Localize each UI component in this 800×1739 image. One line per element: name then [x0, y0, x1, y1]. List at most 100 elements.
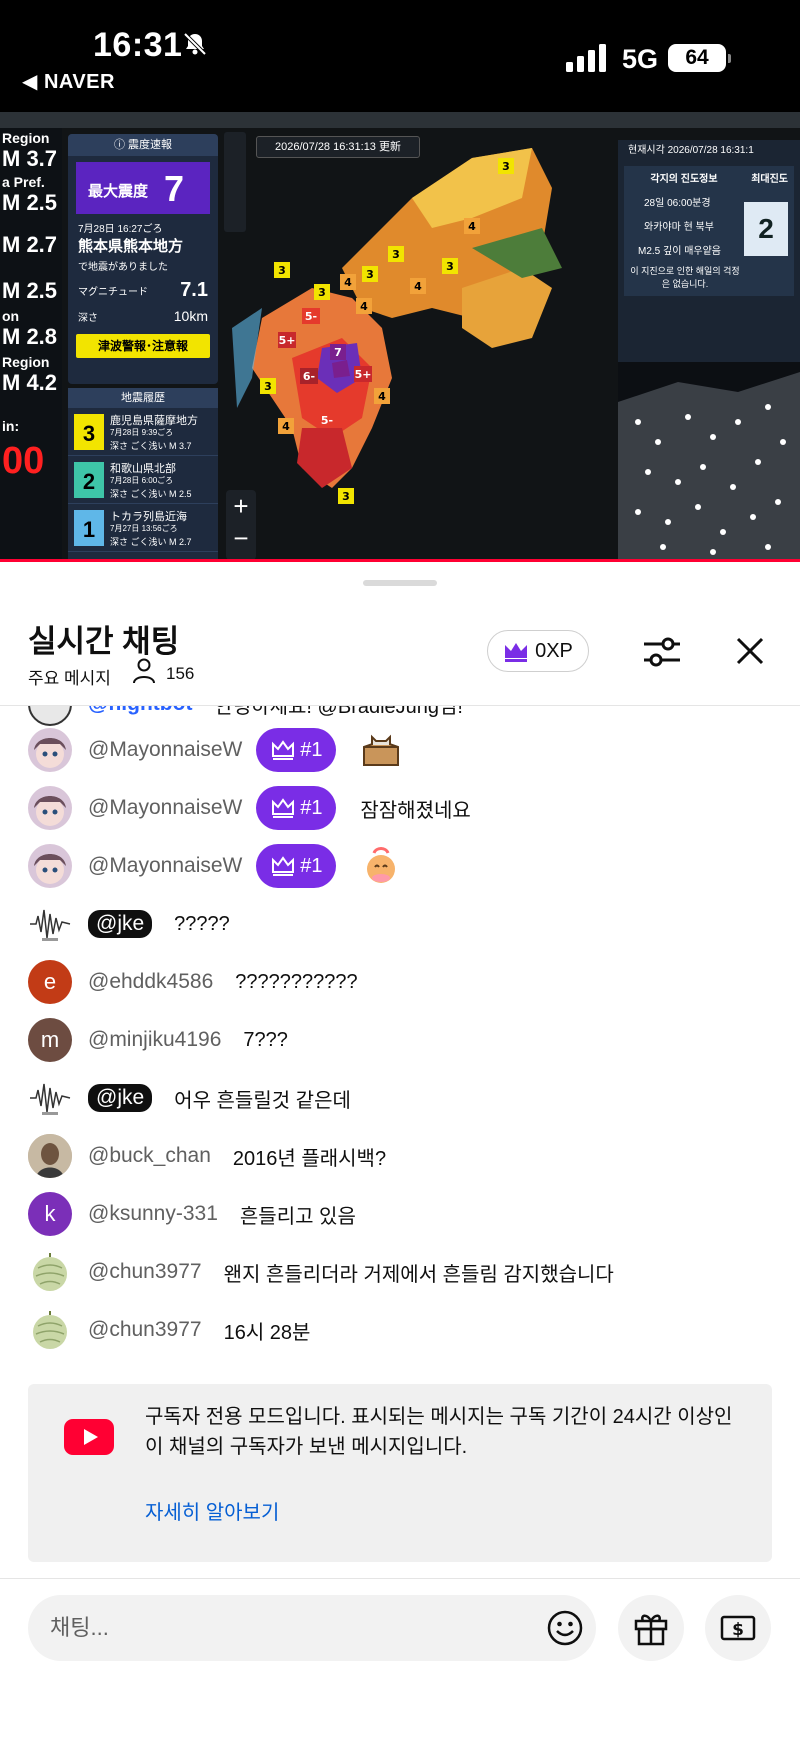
message-author[interactable]: @chun3977: [88, 1318, 202, 1342]
message-author[interactable]: @nightbot: [88, 706, 192, 716]
message-author[interactable]: @chun3977: [88, 1260, 202, 1284]
avatar[interactable]: [28, 1076, 72, 1120]
avatar[interactable]: m: [28, 1018, 72, 1062]
xp-button[interactable]: 0XP: [487, 630, 589, 672]
quake-place: 熊本県熊本地方: [78, 238, 184, 255]
history-time: 7月28日 9:39ごろ: [110, 428, 174, 437]
super-chat-button[interactable]: $: [705, 1595, 771, 1661]
message-author[interactable]: @MayonnaiseW: [88, 738, 242, 762]
message-author[interactable]: @buck_chan: [88, 1144, 211, 1168]
zoom-out-icon[interactable]: −: [226, 522, 256, 554]
input-divider: [0, 1578, 800, 1579]
depth-value: 10km: [173, 308, 208, 324]
map-intensity-marker: 3: [502, 160, 510, 173]
map-intensity-marker: 4: [378, 390, 386, 403]
chat-mode-selector[interactable]: 주요 메시지: [28, 664, 111, 689]
station-dots-map: [618, 362, 800, 562]
left-label: M 2.7: [2, 232, 58, 257]
message-text: ???????????: [235, 970, 358, 993]
regional-detail: M2.5 깊이 매우얕음: [638, 246, 721, 257]
quake-panel-header: ⓘ 震度速報: [68, 134, 218, 156]
map-intensity-marker: 4: [468, 220, 476, 233]
message-author[interactable]: @MayonnaiseW: [88, 854, 242, 878]
message-author[interactable]: @minjiku4196: [88, 1028, 221, 1052]
quake-history-panel: 地震履歴 3 鹿児島県薩摩地方 7月28日 9:39ごろ 深さ ごく浅い M 3…: [68, 388, 218, 562]
badge-rank: #1: [300, 796, 323, 819]
current-time: 현재시각 2026/07/28 16:31:1: [628, 145, 754, 156]
avatar[interactable]: [28, 902, 72, 946]
depth-label: 深さ: [78, 312, 98, 324]
message-author[interactable]: @MayonnaiseW: [88, 796, 242, 820]
history-time: 7月27日 13:56ごろ: [110, 524, 178, 533]
chat-input[interactable]: [50, 1605, 510, 1651]
chat-message: @jke 어우 흔들릴것 같은데: [28, 1074, 351, 1122]
notice-text: 구독자 전용 모드입니다. 표시되는 메시지는 구독 기간이 24시간 이상인 …: [145, 1406, 733, 1458]
history-intensity: 1: [74, 510, 104, 546]
history-place: トカラ列島近海: [110, 511, 187, 523]
message-text: 왠지 흔들리더라 거제에서 흔들림 감지했습니다: [223, 1263, 614, 1286]
left-label: 00: [2, 440, 45, 482]
map-tool-column[interactable]: [224, 132, 246, 232]
avatar[interactable]: [28, 1134, 72, 1178]
seismic-intensity-map: 3 3 4 3 4 5- 5+ 7 6- 5+ 4 3 3 4 5- 4 3 3…: [222, 128, 622, 562]
box-cat-emoji-icon: [363, 734, 400, 766]
avatar[interactable]: [28, 844, 72, 888]
map-intensity-marker: 4: [414, 280, 422, 293]
left-label: on: [2, 308, 20, 324]
regional-intensity: 2: [744, 202, 788, 256]
emoji-button[interactable]: [532, 1595, 598, 1661]
zoom-in-icon[interactable]: +: [226, 490, 256, 522]
avatar[interactable]: [28, 1308, 72, 1352]
video-player[interactable]: Region M 3.7 a Pref. M 2.5 M 2.7 M 2.5 o…: [0, 112, 800, 562]
sheet-drag-handle[interactable]: [363, 580, 437, 586]
message-author[interactable]: @ehddk4586: [88, 970, 213, 994]
map-intensity-marker: 7: [334, 346, 342, 359]
quake-report-panel: ⓘ 震度速報 最大震度 7 7月28日 16:27ごろ 熊本県熊本地方 で地震が…: [68, 134, 218, 384]
message-author[interactable]: @jke: [88, 910, 153, 938]
avatar[interactable]: [28, 786, 72, 830]
crown-icon: [272, 740, 295, 760]
chat-input-container[interactable]: [28, 1595, 596, 1661]
avatar[interactable]: [28, 706, 72, 726]
filter-settings-icon[interactable]: [642, 634, 682, 670]
magnitude-label: マグニチュード: [78, 287, 148, 298]
map-intensity-marker: 4: [360, 300, 368, 313]
member-badge: #1: [256, 844, 337, 888]
youtube-logo-icon: [64, 1419, 114, 1455]
max-intensity-col: 최대진도: [751, 174, 788, 185]
quake-date: 7月28日 16:27ごろ: [78, 224, 163, 235]
video-top-strip: [0, 112, 800, 128]
avatar[interactable]: k: [28, 1192, 72, 1236]
message-text: 안녕하세요! @BradleJung님!: [214, 706, 463, 718]
message-text: 16시 28분: [223, 1321, 311, 1344]
map-intensity-marker: 3: [446, 260, 454, 273]
history-item: 3 鹿児島県薩摩地方 7月28日 9:39ごろ 深さ ごく浅い M 3.7: [68, 408, 218, 456]
map-intensity-marker: 3: [342, 490, 350, 503]
gift-icon: [634, 1614, 668, 1646]
regional-info-box: 각지의 진도정보 최대진도 28일 06:00분경 와카야마 현 북부 M2.5…: [624, 166, 794, 296]
xp-label: 0XP: [535, 639, 573, 662]
chat-message: @chun3977 왠지 흔들리더라 거제에서 흔들림 감지했습니다: [28, 1248, 614, 1296]
learn-more-link[interactable]: 자세히 알아보기: [145, 1496, 279, 1525]
gift-button[interactable]: [618, 1595, 684, 1661]
history-detail: 深さ ごく浅い M 2.7: [110, 537, 192, 547]
chat-message-list[interactable]: @nightbot 안녕하세요! @BradleJung님! @Mayonnai…: [0, 706, 800, 1384]
history-place: 和歌山県北部: [110, 463, 176, 475]
history-time: 7月28日 6:00ごろ: [110, 476, 174, 485]
chat-message: k @ksunny-331 흔들리고 있음: [28, 1190, 356, 1238]
message-author[interactable]: @jke: [88, 1084, 153, 1112]
map-timestamp: 2026/07/28 16:31:13 更新: [256, 136, 420, 158]
avatar[interactable]: [28, 1250, 72, 1294]
video-left-column: Region M 3.7 a Pref. M 2.5 M 2.7 M 2.5 o…: [0, 128, 62, 562]
left-label: Region: [2, 130, 50, 146]
chat-message: @MayonnaiseW #1: [28, 842, 402, 890]
tsunami-warning: 津波警報･注意報: [76, 334, 210, 358]
back-to-app-link[interactable]: ◀ NAVER: [22, 69, 115, 94]
status-bar: 16:31 ◀ NAVER 5G 64: [0, 0, 800, 112]
map-zoom-control[interactable]: + −: [226, 490, 256, 560]
avatar[interactable]: [28, 728, 72, 772]
close-icon[interactable]: [733, 634, 767, 668]
avatar[interactable]: e: [28, 960, 72, 1004]
message-author[interactable]: @ksunny-331: [88, 1202, 218, 1226]
hug-emoji-icon: [367, 847, 396, 883]
